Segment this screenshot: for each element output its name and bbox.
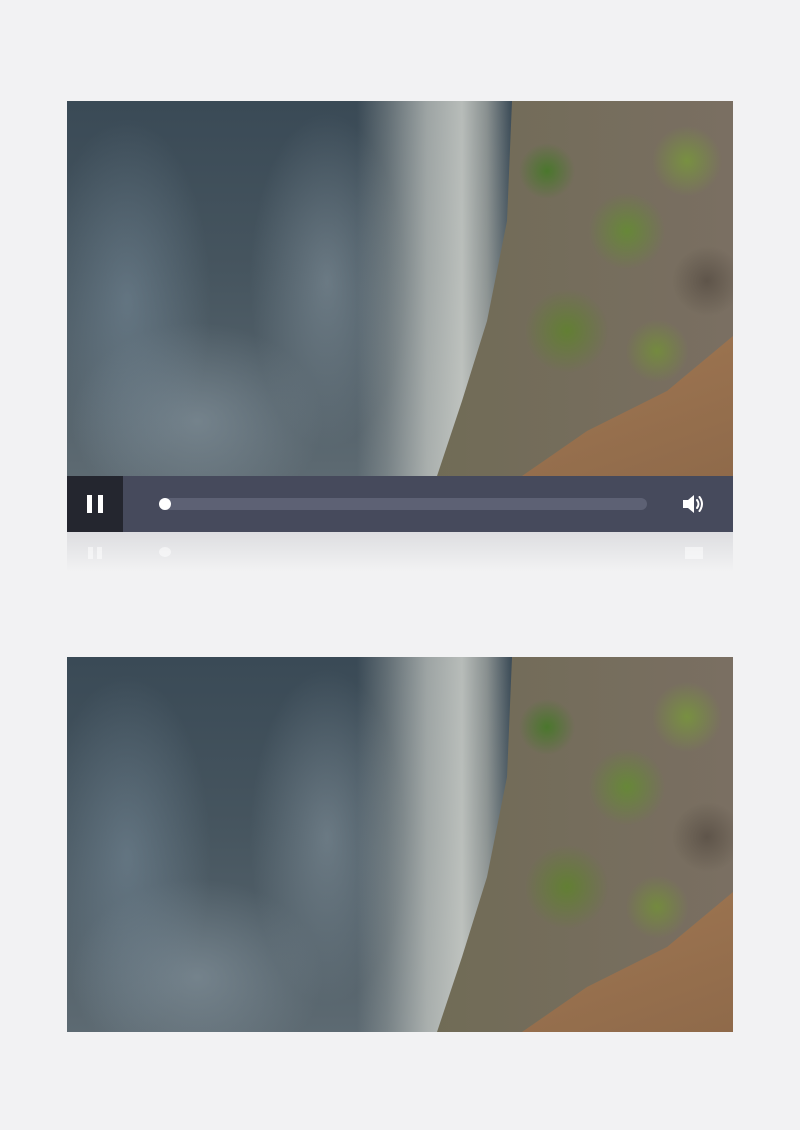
pause-button[interactable] [67, 476, 123, 532]
video-player[interactable] [67, 101, 733, 572]
speaker-volume-icon [683, 495, 703, 513]
progress-bar[interactable] [159, 498, 647, 510]
video-control-bar [67, 476, 733, 532]
video-frame-second[interactable] [67, 657, 733, 1032]
video-frame[interactable] [67, 101, 733, 476]
waterfall-scene-image [67, 657, 733, 1032]
volume-button[interactable] [679, 490, 707, 518]
progress-handle[interactable] [159, 498, 171, 510]
control-bar-reflection [67, 532, 733, 572]
waterfall-scene-image [67, 101, 733, 476]
pause-icon [87, 495, 103, 513]
